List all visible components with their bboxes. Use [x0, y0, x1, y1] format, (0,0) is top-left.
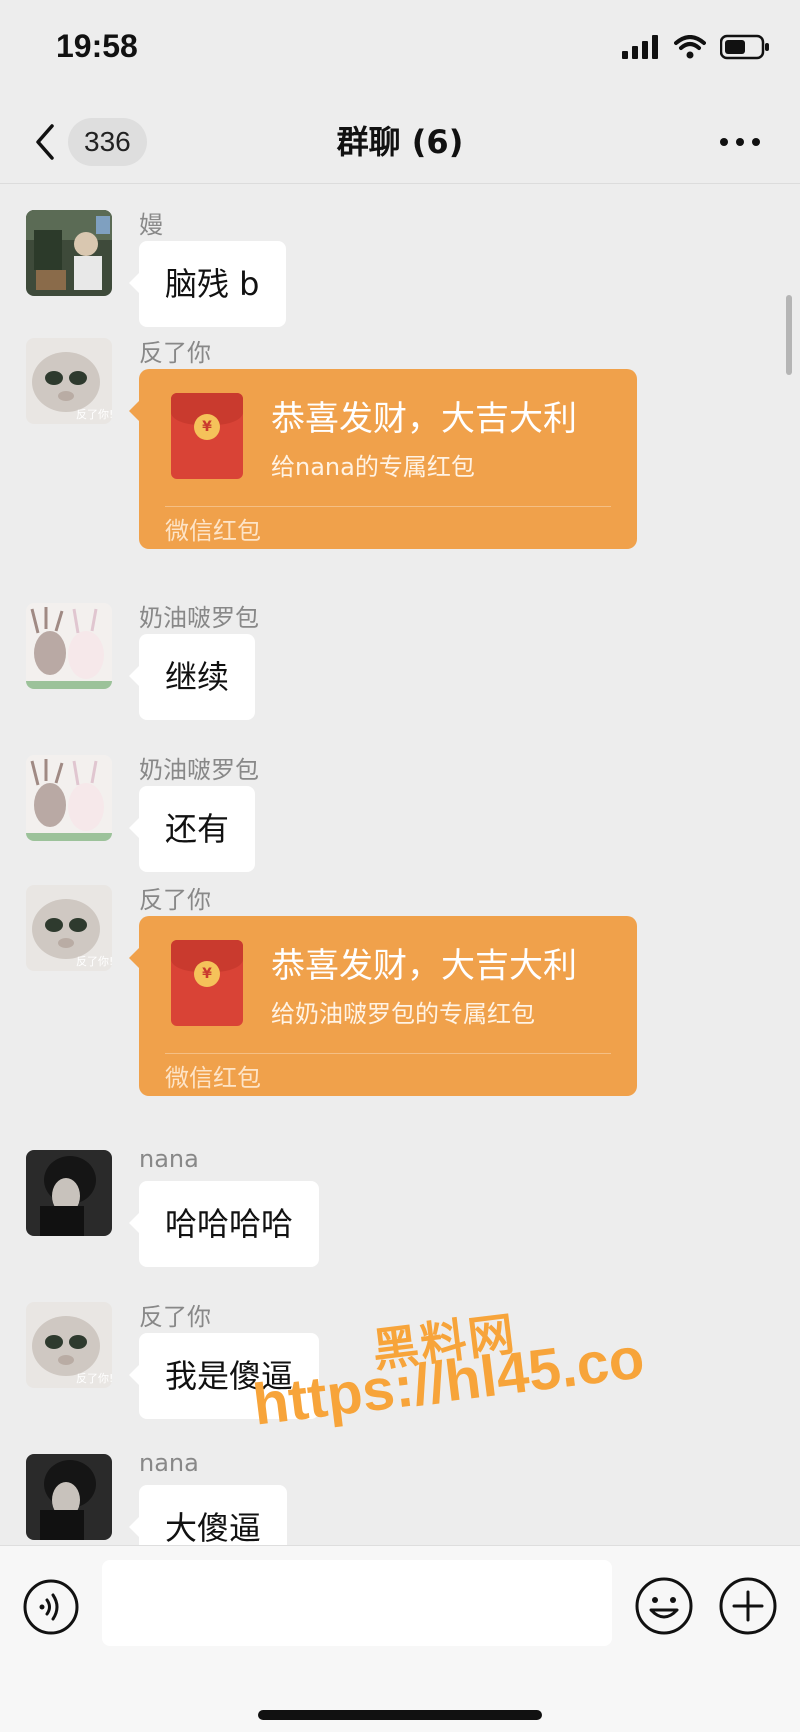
avatar[interactable]: 反了你! — [26, 885, 112, 971]
wifi-icon — [674, 35, 706, 59]
red-packet-title: 恭喜发财，大吉大利 — [271, 946, 577, 986]
red-packet-footer: 微信红包 — [165, 1064, 261, 1092]
sender-name: 嫚 — [139, 211, 163, 239]
avatar[interactable] — [26, 603, 112, 689]
avatar[interactable] — [26, 1454, 112, 1540]
signal-icon — [622, 35, 658, 59]
red-packet-icon: ¥ — [171, 393, 243, 479]
message-bubble[interactable]: 哈哈哈哈 — [128, 1181, 320, 1267]
voice-input-icon[interactable] — [22, 1578, 80, 1636]
message-bubble[interactable]: 继续 — [128, 634, 256, 720]
message-bubble[interactable]: 脑残 b — [129, 241, 286, 327]
status-icons — [622, 34, 770, 60]
avatar-caption: 反了你! — [76, 1372, 112, 1385]
red-packet-card[interactable]: ¥ 恭喜发财，大吉大利 给nana的专属红包 微信红包 — [129, 369, 637, 549]
sender-name: nana — [139, 1145, 199, 1173]
sender-name: 反了你 — [139, 886, 211, 914]
avatar[interactable]: 反了你! — [26, 338, 112, 424]
red-packet-icon: ¥ — [171, 940, 243, 1026]
message-bubble[interactable]: 还有 — [128, 786, 256, 872]
message-input[interactable] — [102, 1560, 612, 1646]
status-bar: 19:58 — [0, 0, 800, 100]
input-bar — [0, 1545, 800, 1732]
avatar[interactable] — [26, 1150, 112, 1236]
divider — [165, 1053, 611, 1054]
red-packet-subtitle: 给nana的专属红包 — [271, 453, 475, 481]
emoji-icon[interactable] — [634, 1576, 694, 1636]
home-indicator[interactable] — [258, 1710, 542, 1720]
chat-title: 群聊 (6) — [336, 123, 464, 161]
avatar-caption: 反了你! — [76, 408, 112, 421]
battery-icon — [720, 34, 769, 60]
red-packet-footer: 微信红包 — [165, 517, 261, 545]
red-packet-card[interactable]: ¥ 恭喜发财，大吉大利 给奶油啵罗包的专属红包 微信红包 — [129, 916, 637, 1096]
avatar[interactable] — [26, 210, 112, 296]
sender-name: 反了你 — [139, 339, 211, 367]
avatar-caption: 反了你! — [76, 955, 112, 968]
sender-name: nana — [139, 1449, 199, 1477]
add-attachment-icon[interactable] — [718, 1576, 778, 1636]
red-packet-title: 恭喜发财，大吉大利 — [271, 399, 577, 439]
sender-name: 反了你 — [139, 1303, 211, 1331]
nav-bar: 336 群聊 (6) — [0, 100, 800, 184]
avatar[interactable] — [26, 755, 112, 841]
red-packet-subtitle: 给奶油啵罗包的专属红包 — [271, 1000, 535, 1028]
scrollbar[interactable] — [786, 295, 792, 375]
status-time: 19:58 — [56, 28, 138, 64]
divider — [165, 506, 611, 507]
sender-name: 奶油啵罗包 — [139, 756, 259, 784]
avatar[interactable]: 反了你! — [26, 1302, 112, 1388]
message-bubble[interactable]: 大傻逼 — [128, 1485, 288, 1545]
sender-name: 奶油啵罗包 — [139, 604, 259, 632]
more-options-icon[interactable] — [718, 128, 762, 156]
